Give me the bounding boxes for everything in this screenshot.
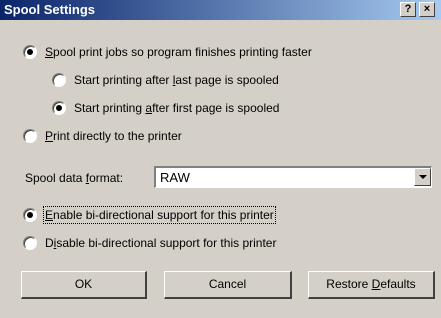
radio-enable-bidi-label: Enable bi-directional support for this p… — [43, 206, 276, 224]
radio-spool-print-jobs[interactable]: Spool print jobs so program finishes pri… — [23, 45, 312, 59]
radio-button-icon[interactable] — [23, 208, 37, 222]
radio-start-after-last-page[interactable]: Start printing after last page is spoole… — [52, 73, 279, 87]
close-button[interactable]: × — [419, 2, 435, 17]
radio-spool-label: Spool print jobs so program finishes pri… — [45, 45, 312, 59]
restore-defaults-label: Restore Defaults — [326, 277, 416, 291]
radio-start-after-first-page[interactable]: Start printing after first page is spool… — [52, 101, 279, 115]
chevron-down-icon[interactable] — [414, 168, 431, 186]
restore-defaults-button[interactable]: Restore Defaults — [308, 271, 435, 299]
radio-after-first-label: Start printing after first page is spool… — [74, 101, 280, 115]
radio-button-icon[interactable] — [23, 129, 37, 143]
cancel-button[interactable]: Cancel — [164, 271, 292, 299]
format-selected-value: RAW — [160, 170, 190, 185]
close-icon: × — [423, 3, 431, 15]
help-icon: ? — [404, 3, 412, 15]
cancel-button-label: Cancel — [208, 277, 247, 291]
radio-enable-bidirectional[interactable]: Enable bi-directional support for this p… — [23, 206, 276, 224]
window-title: Spool Settings — [4, 2, 95, 17]
spool-data-format-label: Spool data format: — [25, 171, 124, 185]
ok-button[interactable]: OK — [21, 271, 147, 299]
radio-button-icon[interactable] — [52, 73, 66, 87]
radio-button-icon[interactable] — [23, 236, 37, 250]
radio-button-icon[interactable] — [52, 101, 66, 115]
spool-settings-dialog: Spool Settings ? × Spool print jobs so p… — [0, 0, 441, 318]
radio-after-last-label: Start printing after last page is spoole… — [74, 73, 279, 87]
radio-direct-label: Print directly to the printer — [45, 129, 182, 143]
ok-button-label: OK — [74, 277, 93, 291]
help-button[interactable]: ? — [400, 2, 416, 17]
spool-data-format-select[interactable]: RAW — [154, 166, 432, 188]
radio-button-icon[interactable] — [23, 45, 37, 59]
title-bar[interactable]: Spool Settings ? × — [0, 0, 441, 20]
radio-print-directly[interactable]: Print directly to the printer — [23, 129, 182, 143]
radio-disable-bidirectional[interactable]: Disable bi-directional support for this … — [23, 236, 276, 250]
radio-disable-bidi-label: Disable bi-directional support for this … — [45, 236, 277, 250]
